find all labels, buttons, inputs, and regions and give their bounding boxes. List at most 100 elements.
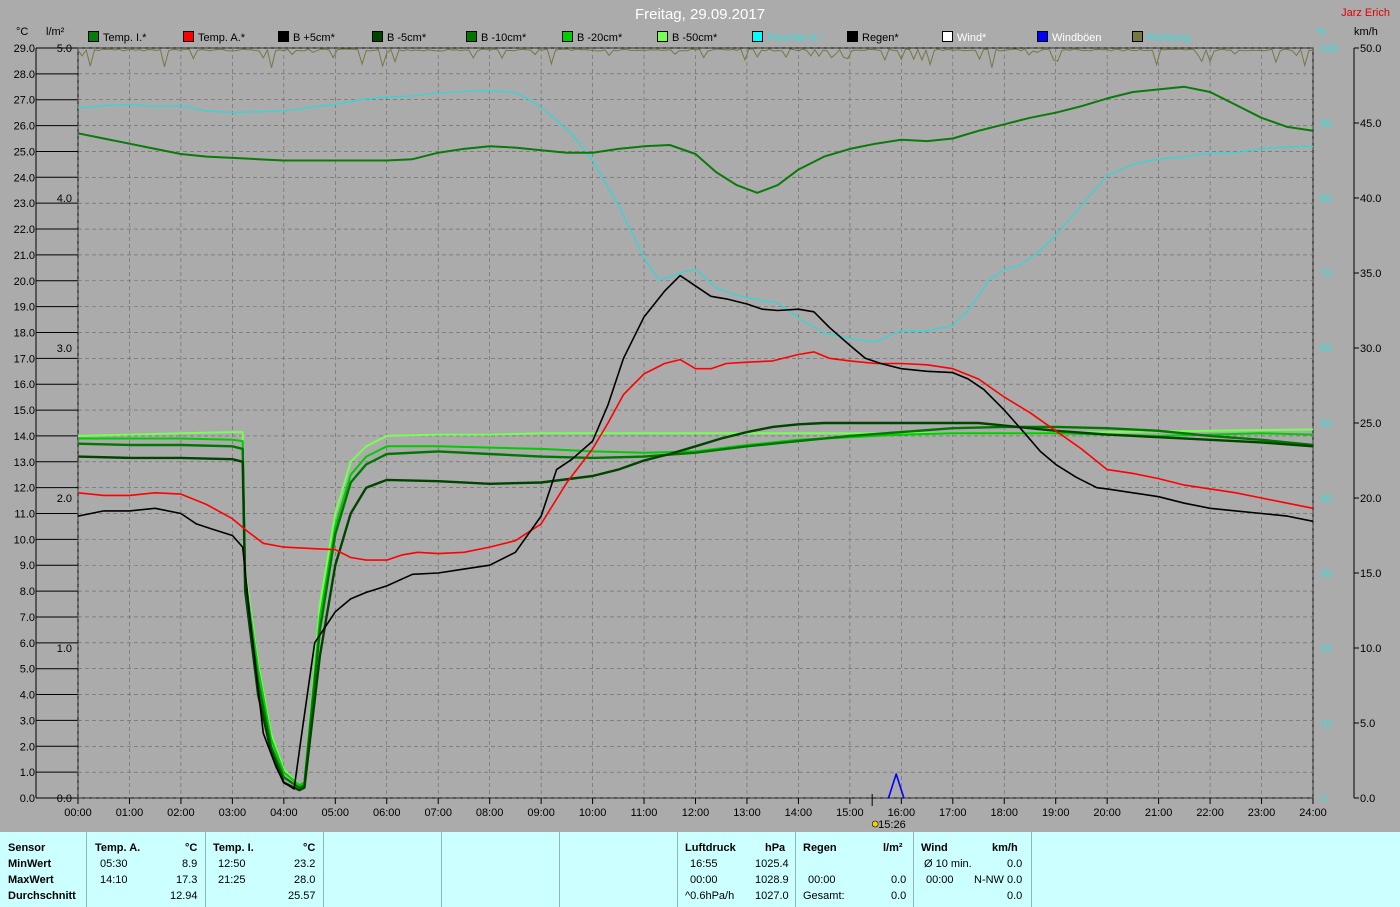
temp-tick-label: 22.0 — [14, 224, 35, 236]
temp-tick-label: 5.0 — [20, 664, 35, 676]
stats-tempi-header: Temp. I. — [213, 842, 254, 854]
x-tick-label: 16:00 — [888, 807, 916, 819]
stats-tempi-unit: °C — [303, 842, 316, 854]
stats-wind-max: 0.0 — [1007, 874, 1023, 886]
stats-wind-avg: 0.0 — [1007, 858, 1023, 870]
stats-tempa-avg: 12.94 — [170, 890, 198, 902]
legend-swatch — [1037, 31, 1048, 42]
temp-tick-label: 11.0 — [14, 509, 35, 521]
x-tick-label: 23:00 — [1248, 807, 1276, 819]
temp-tick-label: 29.0 — [14, 43, 35, 55]
pct-tick-label: 90 — [1320, 118, 1332, 130]
pct-tick-label: 50 — [1320, 418, 1332, 430]
stats-tempi-min-time: 12:50 — [218, 858, 246, 870]
pct-tick-label: 100 — [1320, 43, 1338, 55]
rain-tick-label: 3.0 — [57, 343, 72, 355]
statistics-panel: Sensor MinWert MaxWert Durchschnitt Temp… — [0, 832, 1400, 907]
stats-druck-unit: hPa — [765, 842, 786, 854]
stats-druck-trend-value: 1027.0 — [755, 890, 789, 902]
stats-tempa-min-time: 05:30 — [100, 858, 128, 870]
x-tick-label: 00:00 — [64, 807, 92, 819]
legend-swatch — [278, 31, 289, 42]
temp-tick-label: 0.0 — [20, 793, 35, 805]
legend-label: B -20cm* — [577, 32, 623, 44]
legend-label: Regen* — [862, 32, 899, 44]
temp-tick-label: 21.0 — [14, 250, 35, 262]
pct-tick-label: 30 — [1320, 568, 1332, 580]
temp-tick-label: 6.0 — [20, 638, 35, 650]
temp-tick-label: 28.0 — [14, 69, 35, 81]
stats-wind-unit: km/h — [992, 842, 1018, 854]
legend-item: Temp. I.* — [88, 31, 146, 44]
legend-label: Richtung — [1147, 32, 1191, 44]
stats-wind-total: 0.0 — [1007, 890, 1023, 902]
legend-label: Feuchte A.* — [767, 32, 824, 44]
legend-swatch — [562, 31, 573, 42]
stats-druck-min-time: 16:55 — [690, 858, 718, 870]
stats-tempi-max: 28.0 — [294, 874, 316, 886]
stats-row-avg: Durchschnitt — [8, 890, 76, 902]
rain-tick-label: 1.0 — [57, 643, 72, 655]
legend-item: Temp. A.* — [183, 31, 245, 44]
legend-item: B +5cm* — [278, 31, 335, 44]
x-tick-label: 02:00 — [167, 807, 195, 819]
kmh-tick-label: 0.0 — [1360, 793, 1375, 805]
x-tick-label: 10:00 — [579, 807, 607, 819]
stats-regen-unit: l/m² — [883, 842, 903, 854]
x-tick-label: 05:00 — [322, 807, 350, 819]
stats-tempa-max-time: 14:10 — [100, 874, 128, 886]
temp-tick-label: 10.0 — [14, 534, 35, 546]
temp-tick-label: 16.0 — [14, 379, 35, 391]
legend-label: Windböen — [1052, 32, 1102, 44]
stats-regen-max-time: 00:00 — [808, 874, 836, 886]
legend-item: Richtung — [1132, 31, 1190, 44]
pct-tick-label: 20 — [1320, 643, 1332, 655]
x-tick-label: 12:00 — [682, 807, 710, 819]
x-tick-label: 08:00 — [476, 807, 504, 819]
rain-tick-label: 0.0 — [57, 793, 72, 805]
legend-label: Temp. A.* — [198, 32, 246, 44]
x-tick-label: 03:00 — [219, 807, 247, 819]
rain-tick-label: 4.0 — [57, 193, 72, 205]
weather-chart: 0.0 1.0 2.0 3.0 4.0 5.0 6.0 7.0 8.0 9.0 10.0 11.0 12… — [14, 43, 1382, 831]
kmh-tick-label: 20.0 — [1360, 493, 1381, 505]
temp-tick-label: 24.0 — [14, 172, 35, 184]
legend-swatch — [372, 31, 383, 42]
stats-tempi-max-time: 21:25 — [218, 874, 246, 886]
pct-tick-label: 60 — [1320, 343, 1332, 355]
x-tick-label: 01:00 — [116, 807, 144, 819]
legend-item: Feuchte A.* — [752, 31, 824, 44]
stats-wind-max-dir: N-NW — [974, 874, 1004, 886]
kmh-tick-label: 50.0 — [1360, 43, 1381, 55]
kmh-tick-label: 10.0 — [1360, 643, 1381, 655]
legend-item: B -50cm* — [657, 31, 717, 44]
temp-tick-label: 27.0 — [14, 95, 35, 107]
rain-tick-label: 5.0 — [57, 43, 72, 55]
legend-item: B -20cm* — [562, 31, 622, 44]
temp-tick-label: 18.0 — [14, 327, 35, 339]
legend-label: B -10cm* — [481, 32, 527, 44]
temp-tick-label: 17.0 — [14, 353, 35, 365]
stats-wind-header: Wind — [921, 842, 948, 854]
x-tick-label: 21:00 — [1145, 807, 1173, 819]
stats-tempa-unit: °C — [185, 842, 198, 854]
legend-item: Windböen — [1037, 31, 1102, 44]
temp-tick-label: 23.0 — [14, 198, 35, 210]
stats-row-max: MaxWert — [8, 874, 54, 886]
kmh-tick-label: 25.0 — [1360, 418, 1381, 430]
time-marker-label: 15:26 — [878, 819, 906, 831]
kmh-tick-label: 45.0 — [1360, 118, 1381, 130]
kmh-tick-label: 15.0 — [1360, 568, 1381, 580]
x-tick-label: 14:00 — [785, 807, 813, 819]
legend-label: B -50cm* — [672, 32, 718, 44]
x-tick-label: 18:00 — [990, 807, 1018, 819]
temp-tick-label: 19.0 — [14, 302, 35, 314]
stats-tempi-avg: 25.57 — [288, 890, 316, 902]
x-tick-label: 09:00 — [527, 807, 555, 819]
x-tick-label: 13:00 — [733, 807, 761, 819]
temp-tick-label: 3.0 — [20, 715, 35, 727]
x-tick-label: 22:00 — [1196, 807, 1224, 819]
stats-wind-max-time: 00:00 — [926, 874, 954, 886]
pct-tick-label: 10 — [1320, 718, 1332, 730]
stats-regen-total-label: Gesamt: — [803, 890, 845, 902]
